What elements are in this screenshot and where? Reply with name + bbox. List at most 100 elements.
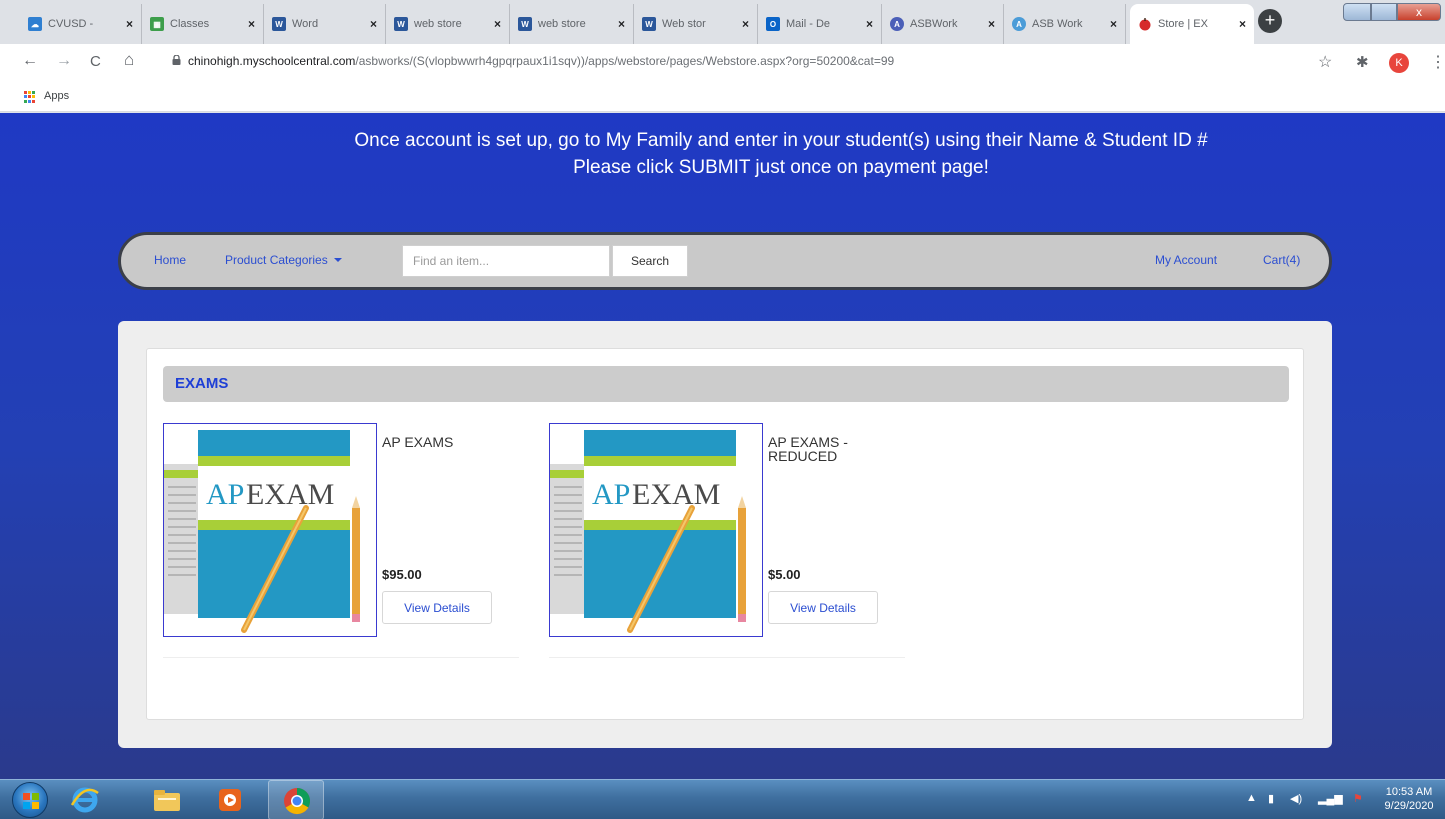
browser-tab[interactable]: ☁ CVUSD - × — [20, 4, 142, 44]
asbworks-icon: A — [890, 17, 904, 31]
apps-bookmark-label[interactable]: Apps — [44, 90, 69, 102]
apple-icon — [1138, 17, 1152, 31]
caret-down-icon — [333, 258, 342, 262]
forward-icon[interactable]: → — [56, 52, 72, 70]
cloud-icon: ☁ — [28, 17, 42, 31]
maximize-button[interactable] — [1371, 3, 1397, 21]
lock-icon[interactable] — [172, 55, 181, 65]
product-name[interactable]: AP EXAMS — [382, 435, 512, 449]
network-icon[interactable]: ▂▄▆ — [1318, 792, 1343, 805]
tab-title: CVUSD - — [48, 18, 94, 30]
taskbar-clock[interactable]: 10:53 AM 9/29/2020 — [1375, 785, 1443, 813]
product-image[interactable]: AP EXAM — [549, 423, 763, 637]
nav-cart-link[interactable]: Cart(4) — [1263, 253, 1300, 267]
notice-line-2: Please click SUBMIT just once on payment… — [573, 157, 989, 178]
tab-close-icon[interactable]: × — [494, 17, 501, 31]
volume-icon[interactable]: ◀) — [1290, 792, 1302, 805]
nav-product-categories[interactable]: Product Categories — [225, 253, 342, 267]
browser-tab-active[interactable]: Store | EX × — [1130, 4, 1254, 44]
ap-logo-text: AP — [206, 478, 244, 511]
product-card: AP EXAM AP EXAMS - REDUCED $5.00 View De… — [549, 423, 909, 659]
tab-title: web store — [538, 18, 586, 30]
tray-expand-icon[interactable]: ▲ — [1246, 792, 1257, 804]
clock-date: 9/29/2020 — [1384, 800, 1434, 812]
section-header: EXAMS — [163, 366, 1289, 402]
tab-close-icon[interactable]: × — [1239, 17, 1246, 31]
word-icon: W — [518, 17, 532, 31]
close-window-button[interactable]: x — [1397, 3, 1441, 21]
product-price: $5.00 — [768, 567, 801, 582]
ap-exam-book-image: AP EXAM — [164, 430, 360, 633]
browser-tab[interactable]: W web store × — [386, 4, 510, 44]
ap-exam-book-image: AP EXAM — [550, 430, 746, 633]
product-name[interactable]: AP EXAMS - REDUCED — [768, 435, 898, 463]
back-icon[interactable]: ← — [22, 52, 38, 70]
product-divider — [163, 657, 519, 658]
start-button[interactable] — [12, 782, 48, 818]
tab-title: Classes — [170, 18, 210, 30]
home-icon[interactable]: ⌂ — [124, 50, 134, 70]
apps-grid-icon[interactable] — [24, 91, 36, 103]
new-tab-button[interactable]: + — [1258, 9, 1282, 33]
internet-explorer-icon[interactable] — [68, 784, 102, 816]
view-details-button[interactable]: View Details — [768, 591, 878, 624]
bookmark-star-icon[interactable]: ☆ — [1318, 52, 1332, 72]
nav-home-link[interactable]: Home — [154, 253, 186, 267]
tab-close-icon[interactable]: × — [988, 17, 995, 31]
nav-my-account-link[interactable]: My Account — [1155, 253, 1217, 267]
product-categories-label: Product Categories — [225, 253, 328, 267]
minimize-button[interactable] — [1343, 3, 1371, 21]
url-path: /asbworks/(S(vlopbwwrh4gpqrpaux1i1sqv))/… — [355, 54, 895, 68]
reload-icon[interactable]: C — [90, 53, 101, 70]
tab-title: Store | EX — [1158, 18, 1208, 30]
browser-tab[interactable]: W Word × — [264, 4, 386, 44]
url-host: chinohigh.myschoolcentral.com — [188, 54, 356, 68]
product-divider — [549, 657, 905, 658]
extensions-icon[interactable]: ✱ — [1356, 53, 1369, 71]
chrome-taskbar-button[interactable] — [268, 780, 324, 819]
file-explorer-icon[interactable] — [150, 784, 184, 816]
ap-logo-text: AP — [592, 478, 630, 511]
browser-menu-icon[interactable]: ⋮ — [1430, 52, 1445, 72]
tab-title: ASB Work — [1032, 18, 1083, 30]
product-image[interactable]: AP EXAM — [163, 423, 377, 637]
profile-avatar[interactable]: K — [1389, 53, 1409, 73]
tab-close-icon[interactable]: × — [370, 17, 377, 31]
tab-title: Web stor — [662, 18, 706, 30]
store-navbar: Home Product Categories Search My Accoun… — [118, 232, 1332, 290]
url-field[interactable]: chinohigh.myschoolcentral.com/asbworks/(… — [188, 54, 894, 68]
notice-line-1: Once account is set up, go to My Family … — [354, 130, 1208, 151]
search-input[interactable] — [402, 245, 610, 277]
browser-tab[interactable]: W Web stor × — [634, 4, 758, 44]
clock-time: 10:53 AM — [1385, 786, 1433, 798]
tab-close-icon[interactable]: × — [742, 17, 749, 31]
chrome-icon — [284, 787, 310, 815]
tab-close-icon[interactable]: × — [1110, 17, 1117, 31]
windows-taskbar: ▲ ▮ ◀) ▂▄▆ ⚑ 10:53 AM 9/29/2020 — [0, 779, 1445, 819]
tab-close-icon[interactable]: × — [126, 17, 133, 31]
search-button[interactable]: Search — [612, 245, 688, 277]
catalog-container: EXAMS AP EXAM AP EXAMS $95.00 View Detai… — [118, 321, 1332, 748]
view-details-button[interactable]: View Details — [382, 591, 492, 624]
browser-tab[interactable]: A ASB Work × — [1004, 4, 1126, 44]
tab-close-icon[interactable]: × — [618, 17, 625, 31]
action-center-flag-icon[interactable]: ⚑ — [1353, 792, 1363, 805]
outlook-icon: O — [766, 17, 780, 31]
word-icon: W — [272, 17, 286, 31]
tab-close-icon[interactable]: × — [248, 17, 255, 31]
exam-logo-text: EXAM — [632, 478, 720, 511]
word-icon: W — [642, 17, 656, 31]
media-player-icon[interactable] — [213, 784, 247, 816]
account-notice: Once account is set up, go to My Family … — [0, 127, 1445, 181]
browser-tab[interactable]: O Mail - De × — [758, 4, 882, 44]
browser-tab[interactable]: W web store × — [510, 4, 634, 44]
windows-logo-icon — [23, 793, 39, 809]
tab-close-icon[interactable]: × — [866, 17, 873, 31]
browser-tab[interactable]: A ASBWork × — [882, 4, 1004, 44]
browser-tab[interactable]: ▦ Classes × — [142, 4, 264, 44]
word-icon: W — [394, 17, 408, 31]
asb-icon: A — [1012, 17, 1026, 31]
webstore-page: Once account is set up, go to My Family … — [0, 113, 1445, 779]
battery-icon[interactable]: ▮ — [1268, 792, 1274, 805]
exam-logo-text: EXAM — [246, 478, 334, 511]
